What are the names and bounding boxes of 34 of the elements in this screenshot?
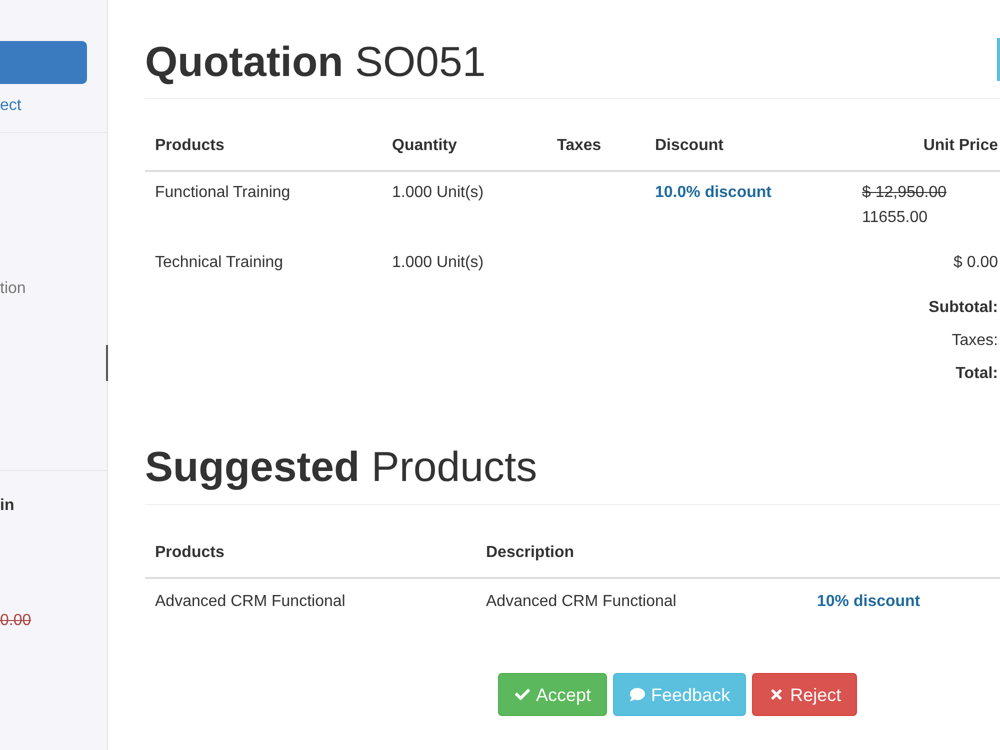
column-header: Quantity bbox=[392, 136, 457, 156]
sidebar-heading: in bbox=[0, 496, 14, 516]
unit-price: $ 0.00 bbox=[954, 253, 998, 273]
quantity: 1.000 Unit(s) bbox=[392, 183, 484, 203]
product-name: Technical Training bbox=[155, 253, 284, 273]
product-name: Advanced CRM Functional bbox=[155, 592, 346, 612]
unit-price: 11655.00 bbox=[862, 208, 928, 228]
column-header: Taxes bbox=[557, 136, 602, 156]
accept-button[interactable]: Accept bbox=[498, 673, 608, 716]
cut-off-button[interactable] bbox=[997, 38, 1000, 81]
check-icon bbox=[515, 687, 530, 702]
total-label: Subtotal: bbox=[928, 298, 998, 318]
close-icon bbox=[769, 687, 784, 702]
product-description: Advanced CRM Functional bbox=[486, 592, 676, 612]
discount-link[interactable]: 10% discount bbox=[817, 589, 920, 614]
section-title: Suggested Products bbox=[145, 442, 538, 492]
total-label: Taxes: bbox=[952, 331, 998, 351]
section-title: Quotation SO051 bbox=[145, 37, 486, 87]
old-price: 0.00 bbox=[0, 611, 32, 631]
discount-link[interactable]: 10.0% discount bbox=[655, 180, 772, 205]
old-price: $ 12,950.00 bbox=[862, 183, 947, 203]
column-header: Products bbox=[155, 136, 224, 156]
column-header: Unit Price bbox=[923, 136, 998, 156]
sidebar-link[interactable]: ect bbox=[0, 95, 22, 117]
reject-button[interactable]: Reject bbox=[752, 673, 858, 716]
speech-bubble-icon bbox=[630, 687, 646, 702]
sidebar-button[interactable] bbox=[0, 41, 87, 84]
quantity: 1.000 Unit(s) bbox=[392, 253, 484, 273]
column-header: Description bbox=[486, 543, 574, 563]
product-name: Functional Training bbox=[155, 183, 290, 203]
column-header: Discount bbox=[655, 136, 724, 156]
total-label: Total: bbox=[956, 364, 998, 384]
column-header: Products bbox=[155, 543, 224, 563]
sidebar-label: tion bbox=[0, 279, 26, 299]
